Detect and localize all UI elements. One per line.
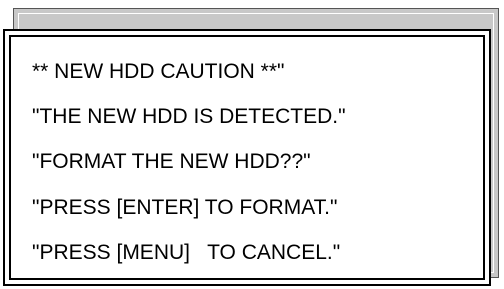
detected-message: "THE NEW HDD IS DETECTED." [32, 105, 346, 128]
dialog-title: ** NEW HDD CAUTION **" [32, 60, 285, 83]
format-question: "FORMAT THE NEW HDD??" [32, 150, 311, 173]
new-hdd-caution-dialog: ** NEW HDD CAUTION **" "THE NEW HDD IS D… [3, 29, 491, 286]
enter-to-format-instruction: "PRESS [ENTER] TO FORMAT." [32, 196, 338, 219]
menu-to-cancel-instruction: "PRESS [MENU] TO CANCEL." [32, 241, 341, 264]
